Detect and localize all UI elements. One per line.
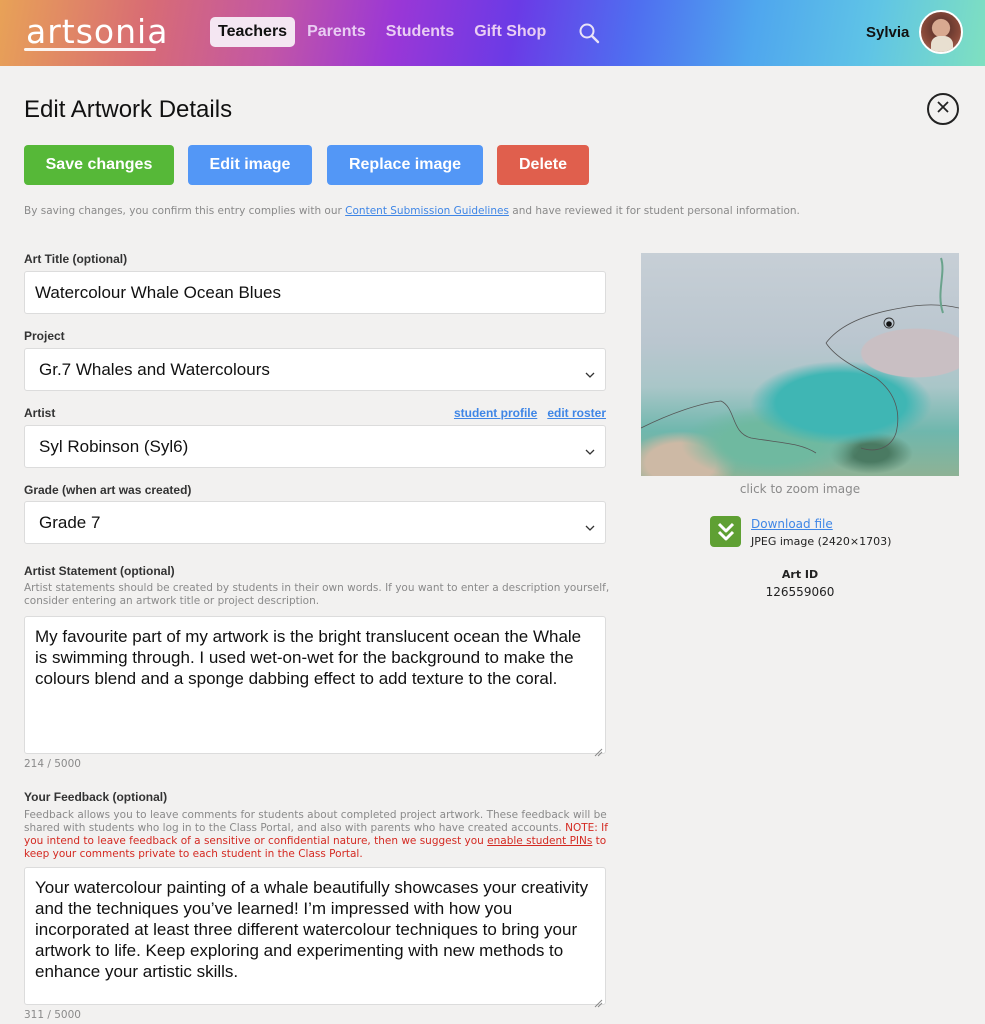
grade-value: Grade 7 (39, 512, 101, 532)
logo-text: artsonia (26, 12, 169, 51)
close-button[interactable] (927, 93, 959, 125)
artist-statement-value: My favourite part of my artwork is the b… (35, 627, 582, 688)
art-id-label: Art ID (781, 568, 819, 581)
artwork-image[interactable] (641, 253, 959, 476)
delete-button[interactable]: Delete (497, 145, 589, 185)
feedback-counter: 311 / 5000 (24, 1009, 81, 1021)
project-value: Gr.7 Whales and Watercolours (39, 359, 270, 379)
whale-sketch-lines (641, 257, 959, 454)
artist-value: Syl Robinson (Syl6) (39, 436, 189, 456)
download-icon[interactable] (710, 516, 741, 547)
zoom-image-caption[interactable]: click to zoom image (641, 482, 959, 496)
enable-student-pins-link[interactable]: enable student PINs (487, 835, 592, 847)
chevron-down-icon (585, 442, 595, 455)
resize-handle-icon[interactable] (593, 741, 603, 757)
artist-label: Artist (24, 406, 56, 420)
project-select[interactable]: Gr.7 Whales and Watercolours (24, 348, 606, 391)
main-nav: Teachers Parents Students Gift Shop (210, 17, 558, 47)
content-guidelines-link[interactable]: Content Submission Guidelines (345, 205, 509, 217)
confirm-note: By saving changes, you confirm this entr… (24, 205, 800, 217)
search-icon[interactable] (578, 22, 600, 44)
art-title-label: Art Title (optional) (24, 252, 128, 266)
chevron-down-icon (585, 365, 595, 378)
artist-select[interactable]: Syl Robinson (Syl6) (24, 425, 606, 468)
artist-statement-counter: 214 / 5000 (24, 758, 81, 770)
artist-links: student profile edit roster (454, 406, 606, 420)
feedback-value: Your watercolour painting of a whale bea… (35, 878, 589, 981)
save-changes-button[interactable]: Save changes (24, 145, 174, 185)
nav-gift-shop[interactable]: Gift Shop (466, 17, 554, 47)
replace-image-button[interactable]: Replace image (327, 145, 483, 185)
confirm-note-text-end: and have reviewed it for student persona… (508, 205, 800, 217)
nav-students[interactable]: Students (378, 17, 462, 47)
art-id-value: 126559060 (765, 585, 835, 599)
user-avatar[interactable] (919, 10, 963, 54)
artist-statement-label: Artist Statement (optional) (24, 564, 175, 578)
project-label: Project (24, 329, 65, 343)
nav-teachers[interactable]: Teachers (210, 17, 296, 47)
logo-underline (24, 48, 156, 51)
student-profile-link[interactable]: student profile (454, 406, 537, 420)
page-title: Edit Artwork Details (24, 96, 233, 123)
edit-image-button[interactable]: Edit image (188, 145, 312, 185)
confirm-note-text: By saving changes, you confirm this entr… (24, 205, 346, 217)
artist-statement-textarea[interactable]: My favourite part of my artwork is the b… (24, 616, 606, 757)
nav-parents[interactable]: Parents (299, 17, 374, 47)
art-title-value: Watercolour Whale Ocean Blues (35, 282, 281, 302)
feedback-textarea[interactable]: Your watercolour painting of a whale bea… (24, 867, 606, 1008)
top-navigation-bar: artsonia Teachers Parents Students Gift … (0, 0, 985, 66)
user-name[interactable]: Sylvia (866, 24, 909, 41)
close-icon (936, 100, 950, 119)
action-buttons: Save changes Edit image Replace image De… (24, 145, 589, 185)
resize-handle-icon[interactable] (593, 992, 603, 1008)
download-file-link[interactable]: Download file (751, 517, 833, 531)
artsonia-logo[interactable]: artsonia (24, 8, 184, 54)
chevron-down-icon (585, 518, 595, 531)
grade-label: Grade (when art was created) (24, 483, 192, 497)
avatar-photo-detail (931, 36, 953, 52)
artist-statement-help: Artist statements should be created by s… (24, 582, 610, 607)
feedback-label: Your Feedback (optional) (24, 790, 168, 804)
edit-roster-link[interactable]: edit roster (547, 406, 606, 420)
art-title-input[interactable]: Watercolour Whale Ocean Blues (24, 271, 606, 314)
file-meta: JPEG image (2420×1703) (751, 535, 892, 548)
feedback-help-text: Feedback allows you to leave comments fo… (24, 809, 607, 834)
feedback-help: Feedback allows you to leave comments fo… (24, 809, 614, 861)
grade-select[interactable]: Grade 7 (24, 501, 606, 544)
